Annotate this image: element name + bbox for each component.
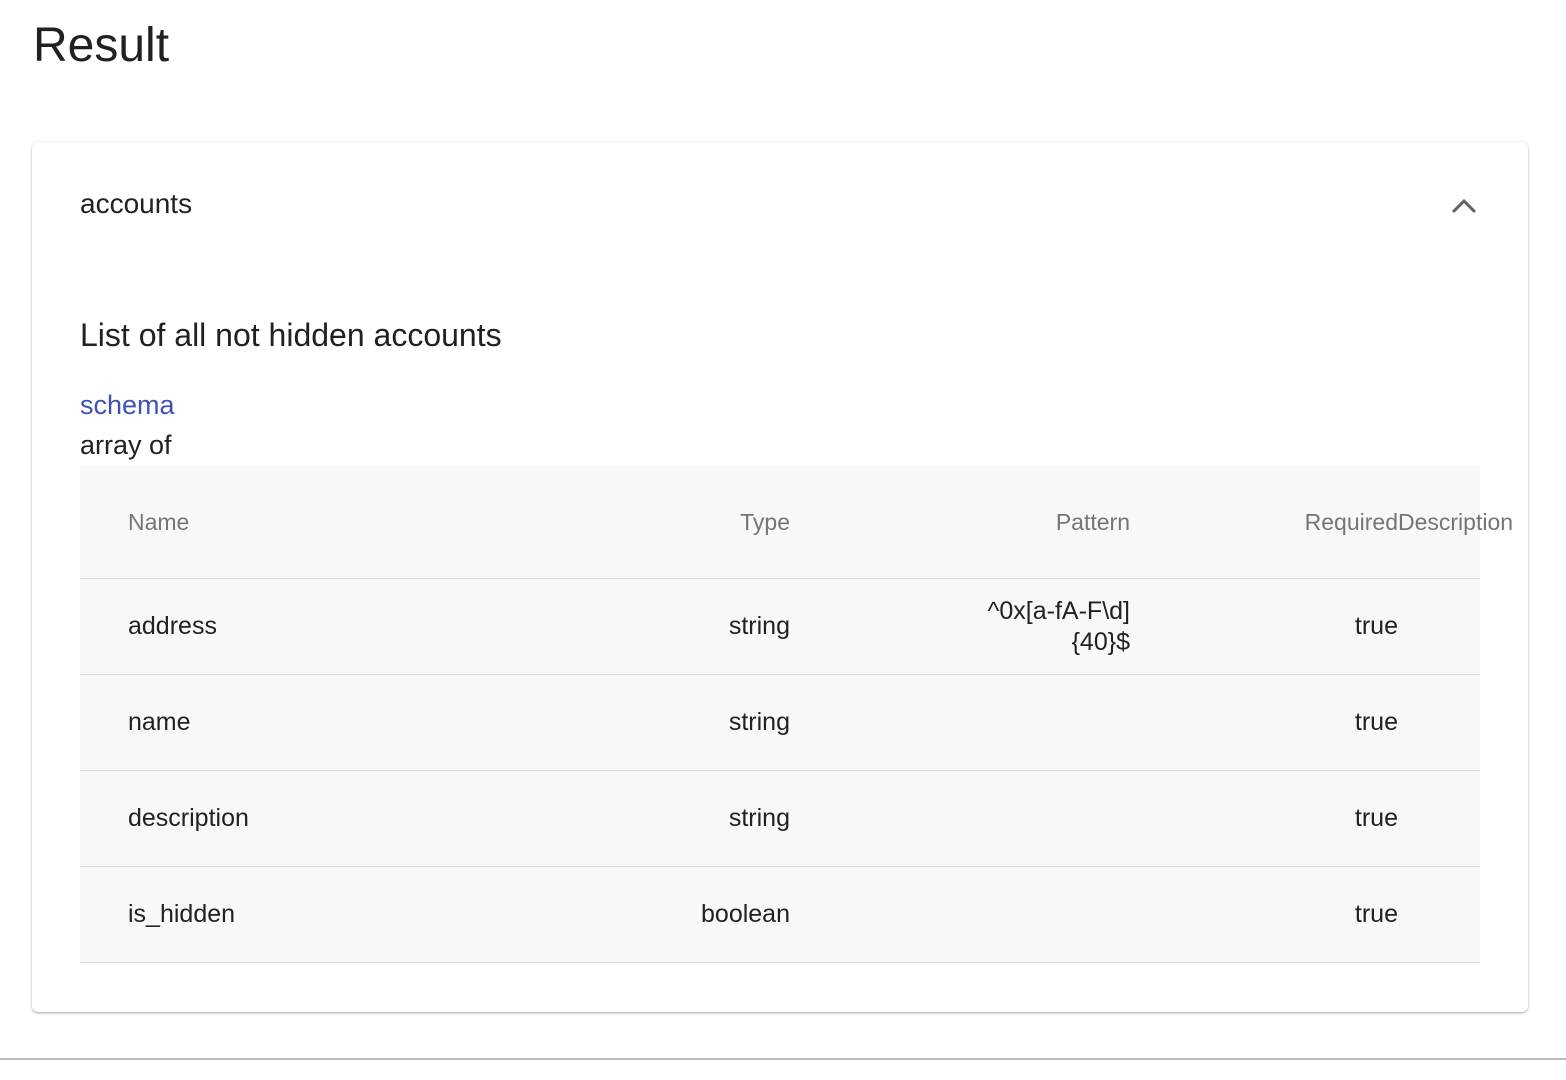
column-header-pattern: Pattern — [790, 466, 1130, 579]
cell-required: true — [1130, 866, 1398, 963]
table-header-row: Name Type Pattern Required Description — [80, 466, 1513, 579]
cell-description — [1398, 674, 1480, 771]
column-header-name: Name — [80, 466, 460, 579]
column-header-required: Required — [1130, 466, 1398, 579]
cell-type: string — [460, 578, 790, 675]
cell-pattern — [790, 770, 1130, 867]
table-row: address string ^0x[a-fA-F\d]{40}$ true — [80, 578, 1480, 675]
page-title: Result — [33, 19, 170, 72]
table-row: description string true — [80, 770, 1480, 867]
cell-name: address — [80, 578, 460, 675]
cell-pattern — [790, 866, 1130, 963]
cell-pattern: ^0x[a-fA-F\d]{40}$ — [790, 578, 1130, 675]
cell-description — [1398, 578, 1480, 675]
table-row: name string true — [80, 674, 1480, 771]
cell-required: true — [1130, 578, 1398, 675]
cell-pattern — [790, 674, 1130, 771]
column-header-type: Type — [460, 466, 790, 579]
cell-required: true — [1130, 674, 1398, 771]
cell-type: string — [460, 674, 790, 771]
accounts-panel-header[interactable]: accounts — [32, 142, 1528, 270]
section-title: List of all not hidden accounts — [80, 317, 502, 353]
panel-header-label: accounts — [80, 188, 193, 219]
cell-name: name — [80, 674, 460, 771]
schema-link[interactable]: schema — [80, 390, 175, 421]
pattern-value: ^0x[a-fA-F\d]{40}$ — [987, 596, 1130, 656]
cell-description — [1398, 770, 1480, 867]
cell-required: true — [1130, 770, 1398, 867]
page-bottom-divider — [0, 1058, 1566, 1060]
table-row: is_hidden boolean true — [80, 866, 1480, 963]
cell-description — [1398, 866, 1480, 963]
cell-type: string — [460, 770, 790, 867]
cell-name: is_hidden — [80, 866, 460, 963]
array-of-label: array of — [80, 430, 172, 460]
cell-name: description — [80, 770, 460, 867]
accounts-panel: accounts List of all not hidden accounts… — [32, 142, 1528, 1012]
column-header-description: Description — [1398, 466, 1513, 579]
schema-table: Name Type Pattern Required Description a… — [80, 466, 1513, 963]
chevron-up-icon[interactable] — [1448, 192, 1480, 220]
cell-type: boolean — [460, 866, 790, 963]
